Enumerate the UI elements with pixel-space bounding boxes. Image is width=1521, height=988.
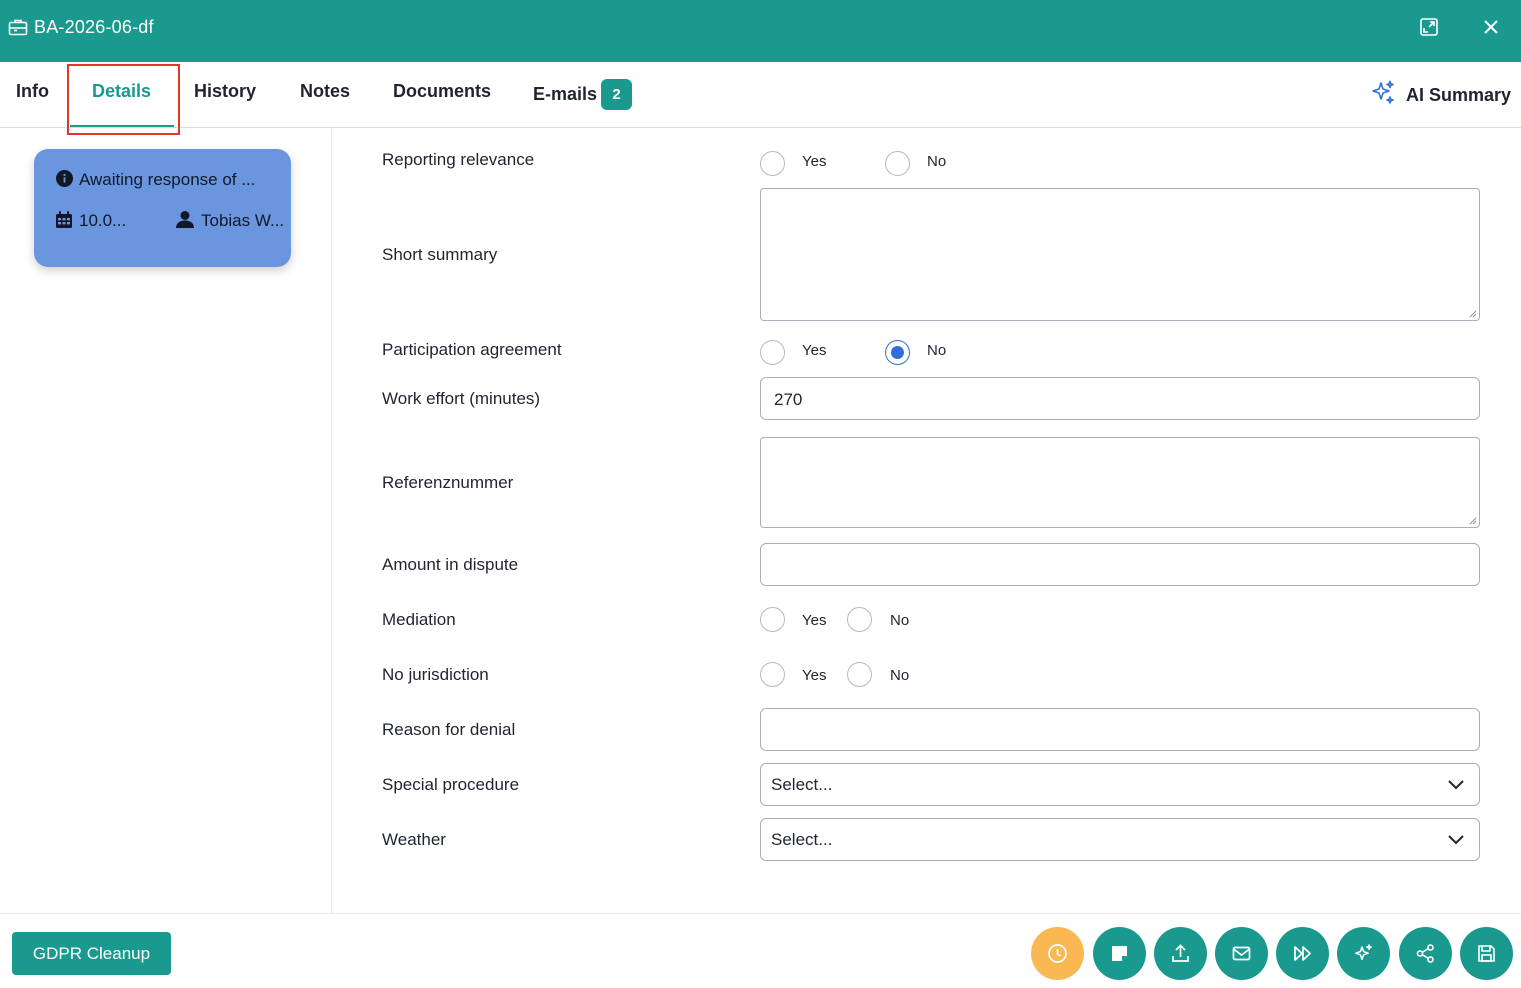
title-bar: BA-2026-06-df [0, 0, 1521, 62]
work-effort-label: Work effort (minutes) [382, 389, 541, 408]
add-note-button[interactable] [1093, 927, 1146, 980]
tab-emails[interactable]: E-mails [533, 83, 597, 105]
email-button[interactable] [1215, 927, 1268, 980]
chevron-down-icon [1448, 780, 1464, 790]
save-icon [1478, 945, 1495, 962]
chevron-down-icon [1448, 835, 1464, 845]
user-icon [176, 211, 194, 228]
work-effort-input[interactable]: 270 [760, 377, 1480, 420]
upload-button[interactable] [1154, 927, 1207, 980]
tab-history[interactable]: History [194, 80, 256, 102]
sparkles-icon [1355, 944, 1372, 961]
mediation-yes-label: Yes [802, 612, 827, 629]
save-button[interactable] [1460, 927, 1513, 980]
assignee-name: Tobias W... [201, 211, 285, 230]
participation-agreement-label: Participation agreement [382, 340, 562, 359]
emails-count-badge: 2 [601, 79, 632, 110]
clock-icon [1048, 944, 1067, 963]
short-summary-textarea[interactable] [760, 188, 1480, 321]
mediation-no-radio[interactable] [847, 607, 872, 632]
participation-agreement-no-label: No [927, 342, 947, 359]
mediation-no-label: No [890, 612, 910, 629]
timer-button[interactable] [1031, 927, 1084, 980]
meta-row: 10.0... Tobias W... [56, 211, 284, 231]
ai-button[interactable] [1337, 927, 1390, 980]
weather-label: Weather [382, 830, 446, 849]
ai-summary-label: AI Summary [1406, 85, 1512, 105]
weather-select[interactable]: Select... [760, 818, 1480, 861]
window-title: BA-2026-06-df [34, 17, 154, 37]
tab-highlight-box [67, 64, 180, 135]
gdpr-cleanup-button[interactable]: GDPR Cleanup [12, 932, 171, 975]
no-jurisdiction-yes-radio[interactable] [760, 662, 785, 687]
details-form: Reporting relevance Yes No Short summary… [332, 129, 1521, 913]
referenznummer-label: Referenznummer [382, 473, 514, 492]
no-jurisdiction-yes-label: Yes [802, 667, 827, 684]
reporting-relevance-no-label: No [927, 153, 947, 170]
reporting-relevance-yes-radio[interactable] [760, 151, 785, 176]
special-procedure-select[interactable]: Select... [760, 763, 1480, 806]
close-icon[interactable] [1480, 16, 1502, 38]
share-button[interactable] [1399, 927, 1452, 980]
briefcase-icon [8, 19, 28, 36]
no-jurisdiction-label: No jurisdiction [382, 665, 489, 684]
reporting-relevance-label: Reporting relevance [382, 150, 535, 169]
status-row: Awaiting response of ... [56, 170, 255, 190]
no-jurisdiction-no-label: No [890, 667, 910, 684]
sparkles-icon [1372, 80, 1394, 104]
resize-grip-icon[interactable] [1469, 310, 1477, 318]
footer-bar: GDPR Cleanup [0, 913, 1521, 988]
participation-agreement-no-radio[interactable] [885, 340, 910, 365]
participation-agreement-yes-label: Yes [802, 342, 827, 359]
reporting-relevance-no-radio[interactable] [885, 151, 910, 176]
tab-documents[interactable]: Documents [393, 80, 491, 102]
reason-for-denial-label: Reason for denial [382, 720, 516, 739]
referenznummer-textarea[interactable] [760, 437, 1480, 528]
resize-grip-icon[interactable] [1469, 517, 1477, 525]
tab-info[interactable]: Info [16, 80, 49, 102]
mediation-label: Mediation [382, 610, 456, 629]
reporting-relevance-yes-label: Yes [802, 153, 827, 170]
amount-in-dispute-label: Amount in dispute [382, 555, 519, 574]
calendar-icon [56, 211, 72, 228]
no-jurisdiction-no-radio[interactable] [847, 662, 872, 687]
reason-for-denial-input[interactable] [760, 708, 1480, 751]
mail-icon [1232, 946, 1251, 961]
status-card[interactable]: Awaiting response of ... 10.0... Tobias … [34, 149, 291, 267]
short-summary-label: Short summary [382, 245, 498, 264]
tab-notes[interactable]: Notes [300, 80, 350, 102]
forward-button[interactable] [1276, 927, 1329, 980]
special-procedure-value: Select... [771, 775, 833, 794]
status-text: Awaiting response of ... [79, 170, 256, 189]
assignee: Tobias W... [176, 211, 284, 231]
mediation-yes-radio[interactable] [760, 607, 785, 632]
fast-forward-icon [1294, 946, 1311, 961]
amount-in-dispute-input[interactable] [760, 543, 1480, 586]
participation-agreement-yes-radio[interactable] [760, 340, 785, 365]
expand-icon[interactable] [1418, 16, 1440, 38]
due-date: 10.0... [79, 211, 127, 230]
share-icon [1416, 944, 1434, 963]
special-procedure-label: Special procedure [382, 775, 520, 794]
weather-value: Select... [771, 830, 833, 849]
left-panel: Awaiting response of ... 10.0... Tobias … [0, 129, 332, 913]
upload-icon [1172, 944, 1189, 962]
sticky-note-icon [1112, 946, 1127, 961]
info-icon [56, 170, 73, 187]
tab-bar: Info Details History Notes Documents E-m… [0, 62, 1521, 135]
